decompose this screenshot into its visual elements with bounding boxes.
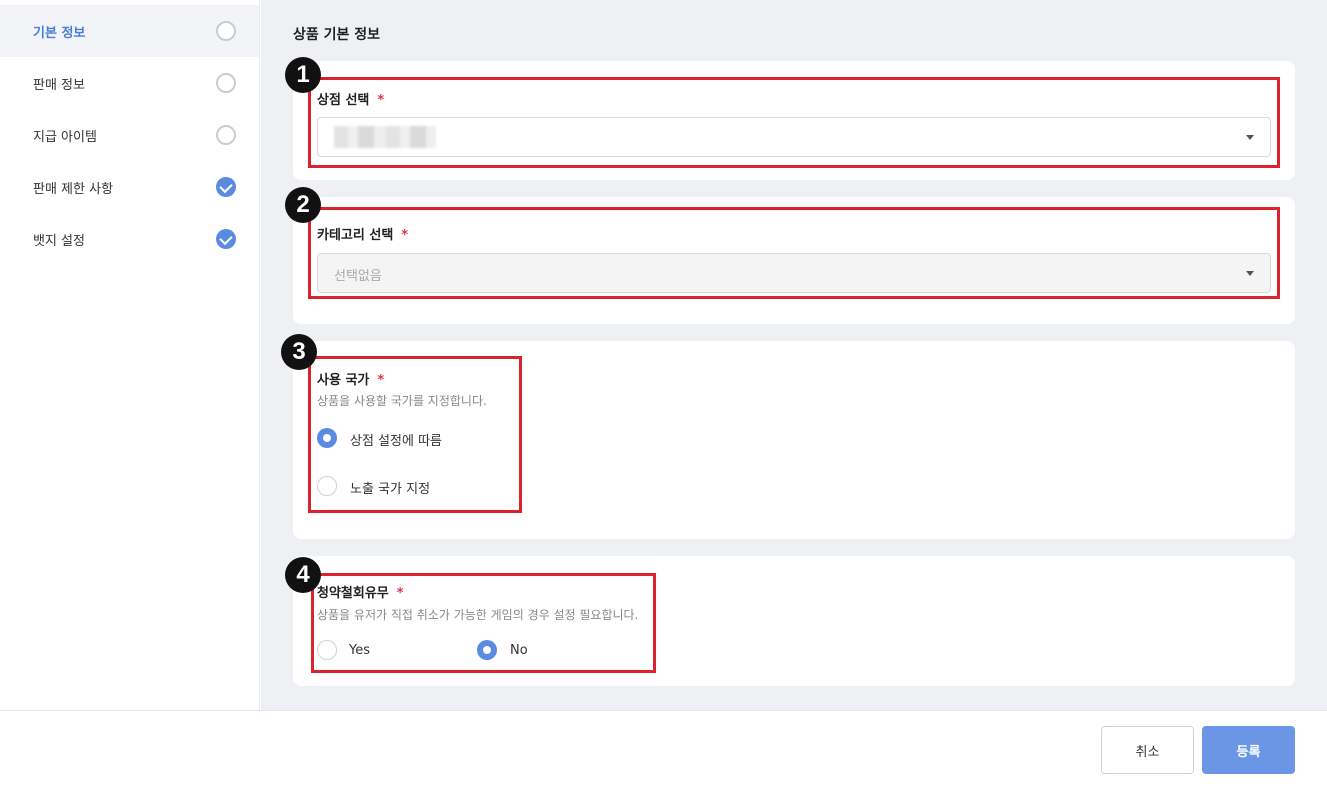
annotation-badge-4: 4: [285, 557, 321, 593]
annotation-badge-1: 1: [285, 57, 321, 93]
status-circle-icon: [216, 73, 236, 93]
sidebar-item-sales-info[interactable]: 판매 정보: [0, 57, 259, 109]
sidebar-item-label: 판매 정보: [33, 77, 85, 93]
annotation-badge-2: 2: [285, 187, 321, 223]
cancel-button[interactable]: 취소: [1101, 726, 1194, 774]
sidebar-item-label: 지급 아이템: [33, 129, 97, 145]
sidebar-item-badge-settings[interactable]: 뱃지 설정: [0, 213, 259, 265]
sidebar-item-label: 뱃지 설정: [33, 233, 85, 249]
check-circle-icon: [216, 229, 236, 249]
main-content: 상품 기본 정보 상점 선택 * 카테고리 선택 * 선택없음 사용 국가 * 상품을…: [261, 0, 1327, 710]
sidebar-item-label: 판매 제한 사항: [33, 181, 114, 197]
sidebar-item-sales-restrictions[interactable]: 판매 제한 사항: [0, 161, 259, 213]
annotation-badge-3: 3: [281, 334, 317, 370]
annotation-box-1: [308, 77, 1280, 168]
section-title: 상품 기본 정보: [293, 27, 381, 43]
check-circle-icon: [216, 177, 236, 197]
annotation-box-4: [311, 573, 656, 673]
status-circle-icon: [216, 125, 236, 145]
sidebar: 기본 정보 판매 정보 지급 아이템 판매 제한 사항 뱃지 설정: [0, 0, 260, 710]
annotation-box-3: [308, 356, 522, 513]
sidebar-item-reward-items[interactable]: 지급 아이템: [0, 109, 259, 161]
footer-bar: 취소 등록: [0, 710, 1327, 786]
annotation-box-2: [308, 207, 1280, 299]
submit-button[interactable]: 등록: [1202, 726, 1295, 774]
sidebar-item-basic-info[interactable]: 기본 정보: [0, 5, 259, 57]
sidebar-item-label: 기본 정보: [33, 25, 86, 41]
status-circle-icon: [216, 21, 236, 41]
